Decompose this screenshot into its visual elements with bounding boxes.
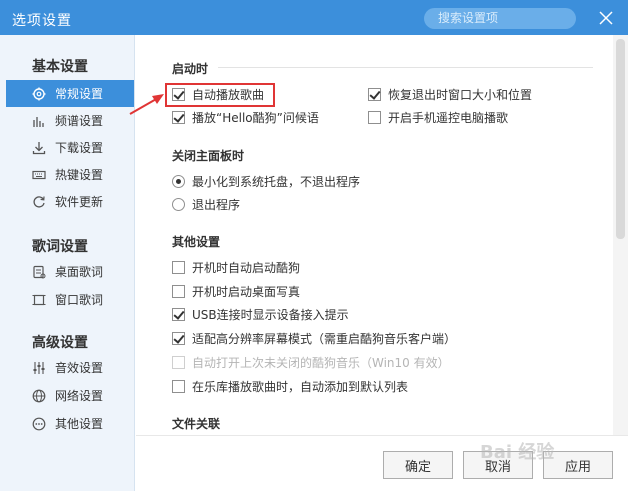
radio-button[interactable] <box>172 197 185 211</box>
option-label: 开机时自动启动酷狗 <box>192 260 301 275</box>
sidebar-item-window-lyrics[interactable]: 窗口歌词 <box>6 286 134 313</box>
section-title-file-assoc: 文件关联 <box>172 417 221 431</box>
sidebar-item-general[interactable]: 常规设置 <box>6 80 134 107</box>
sidebar-item-network[interactable]: 网络设置 <box>6 382 134 409</box>
sidebar-item-label: 常规设置 <box>55 87 104 101</box>
sidebar-item-label: 其他设置 <box>55 417 104 431</box>
cancel-button[interactable]: 取消 <box>463 451 533 479</box>
section-title-other: 其他设置 <box>172 235 221 249</box>
sidebar-item-update[interactable]: 软件更新 <box>6 188 134 215</box>
sidebar-item-hotkey[interactable]: 热键设置 <box>6 161 134 188</box>
sidebar-item-desktop-lyrics[interactable]: 桌面歌词 <box>6 258 134 285</box>
spectrum-icon <box>32 114 46 128</box>
sidebar-item-label: 频谱设置 <box>55 114 104 128</box>
highlight-box <box>165 83 275 107</box>
checkbox[interactable] <box>172 110 185 124</box>
checkbox[interactable] <box>172 284 185 298</box>
window-lyrics-icon <box>32 293 46 307</box>
option-label: 适配高分辨率屏幕模式（需重启酷狗音乐客户端） <box>192 331 457 346</box>
group-title-advanced: 高级设置 <box>32 335 88 351</box>
sidebar-item-spectrum[interactable]: 频谱设置 <box>6 107 134 134</box>
title-bar: 选项设置 <box>0 0 628 35</box>
option-label: 开启手机遥控电脑播歌 <box>388 110 509 125</box>
group-title-lyrics: 歌词设置 <box>32 239 88 255</box>
option-label: 自动打开上次未关闭的酷狗音乐（Win10 有效） <box>192 355 450 370</box>
gear-icon <box>32 87 46 101</box>
section-divider <box>218 67 593 68</box>
section-title-startup: 启动时 <box>172 62 209 76</box>
option-reopen-last: 自动打开上次未关闭的酷狗音乐（Win10 有效） <box>172 353 450 371</box>
option-hello-greeting[interactable]: 播放“Hello酷狗”问候语 <box>172 108 319 126</box>
dialog-footer: 确定 取消 应用 <box>136 435 628 491</box>
option-usb-prompt[interactable]: USB连接时显示设备接入提示 <box>172 305 349 323</box>
more-icon <box>32 417 46 431</box>
sidebar-item-label: 窗口歌词 <box>55 293 104 307</box>
close-icon <box>599 11 613 25</box>
ok-button[interactable]: 确定 <box>383 451 453 479</box>
sidebar-item-label: 网络设置 <box>55 389 104 403</box>
option-desktop-photo[interactable]: 开机时启动桌面写真 <box>172 282 300 300</box>
apply-button[interactable]: 应用 <box>543 451 613 479</box>
checkbox[interactable] <box>172 379 185 393</box>
checkbox[interactable] <box>368 87 381 101</box>
search-input[interactable] <box>424 8 576 29</box>
group-title-basic: 基本设置 <box>32 59 88 75</box>
option-minimize-tray[interactable]: 最小化到系统托盘，不退出程序 <box>172 172 360 190</box>
sidebar-item-label: 软件更新 <box>55 195 104 209</box>
sidebar-item-label: 下载设置 <box>55 141 104 155</box>
option-restore-window[interactable]: 恢复退出时窗口大小和位置 <box>368 85 532 103</box>
option-label: 开机时启动桌面写真 <box>192 284 301 299</box>
checkbox <box>172 355 185 369</box>
settings-content: 启动时 自动播放歌曲 恢复退出时窗口大小和位置 播放“Hello酷狗”问候语 开… <box>136 35 613 435</box>
scrollbar[interactable] <box>613 35 628 435</box>
close-button[interactable] <box>595 7 617 29</box>
scrollbar-thumb[interactable] <box>616 39 625 239</box>
checkbox[interactable] <box>172 260 185 274</box>
network-icon <box>32 389 46 403</box>
sidebar: 基本设置 常规设置 频谱设置 下载设置 热键设置 软件更新 歌词设置 桌面歌词 … <box>0 35 135 491</box>
radio-button[interactable] <box>172 174 185 188</box>
option-phone-remote[interactable]: 开启手机遥控电脑播歌 <box>368 108 508 126</box>
section-title-close-panel: 关闭主面板时 <box>172 149 245 163</box>
equalizer-icon <box>32 361 46 375</box>
sidebar-item-other[interactable]: 其他设置 <box>6 410 134 437</box>
sidebar-item-download[interactable]: 下载设置 <box>6 134 134 161</box>
option-label: 恢复退出时窗口大小和位置 <box>388 87 533 102</box>
option-label: USB连接时显示设备接入提示 <box>192 307 349 322</box>
option-hidpi[interactable]: 适配高分辨率屏幕模式（需重启酷狗音乐客户端） <box>172 329 456 347</box>
download-icon <box>32 141 46 155</box>
checkbox[interactable] <box>172 307 185 321</box>
option-label: 在乐库播放歌曲时，自动添加到默认列表 <box>192 379 409 394</box>
update-icon <box>32 195 46 209</box>
option-label: 最小化到系统托盘，不退出程序 <box>192 174 361 189</box>
desktop-lyrics-icon <box>32 265 46 279</box>
sidebar-item-label: 桌面歌词 <box>55 265 104 279</box>
option-autostart[interactable]: 开机时自动启动酷狗 <box>172 258 300 276</box>
keyboard-icon <box>32 168 46 182</box>
window-title: 选项设置 <box>12 13 72 29</box>
option-add-default-list[interactable]: 在乐库播放歌曲时，自动添加到默认列表 <box>172 377 408 395</box>
checkbox[interactable] <box>368 110 381 124</box>
checkbox[interactable] <box>172 331 185 345</box>
option-label: 退出程序 <box>192 197 241 212</box>
option-label: 播放“Hello酷狗”问候语 <box>192 110 319 125</box>
option-exit-program[interactable]: 退出程序 <box>172 195 240 213</box>
sidebar-item-sound-effects[interactable]: 音效设置 <box>6 354 134 381</box>
sidebar-item-label: 音效设置 <box>55 361 104 375</box>
sidebar-item-label: 热键设置 <box>55 168 104 182</box>
